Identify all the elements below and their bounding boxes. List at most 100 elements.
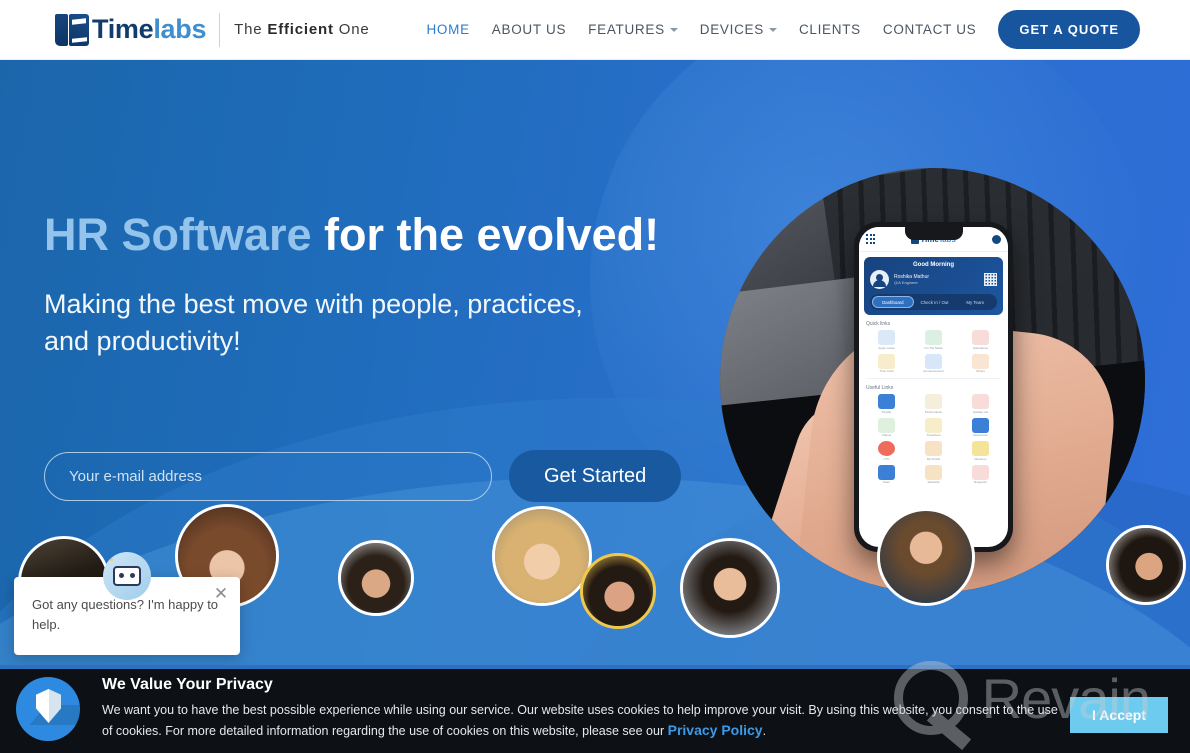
nav-item-features[interactable]: FEATURES bbox=[577, 22, 689, 37]
app-user-avatar bbox=[870, 270, 889, 289]
logo-text-time: Time bbox=[92, 14, 154, 44]
close-icon[interactable]: ✕ bbox=[213, 585, 229, 602]
quick-link-item[interactable]: On Trip Mode bbox=[912, 330, 955, 350]
quick-link-label: Others bbox=[975, 369, 985, 373]
team-icon bbox=[878, 464, 895, 480]
quick-link-item[interactable]: Time Card bbox=[865, 353, 908, 374]
cookie-banner-title: We Value Your Privacy bbox=[102, 675, 273, 693]
useful-link-label: Holiday List bbox=[972, 409, 989, 414]
quick-link-item[interactable]: Apply Leave bbox=[865, 330, 908, 350]
nav-item-clients[interactable]: CLIENTS bbox=[788, 22, 872, 37]
app-divider bbox=[866, 378, 1001, 379]
phone-device: Timelabs Good Morning Roshika Mathur Q/A… bbox=[854, 222, 1013, 552]
sparkle-icon bbox=[109, 557, 114, 562]
nav-item-about-us[interactable]: ABOUT US bbox=[481, 22, 577, 37]
nav-item-features-label: FEATURES bbox=[588, 22, 665, 37]
payslip-icon bbox=[878, 394, 895, 409]
quick-link-item[interactable]: Announcement bbox=[912, 353, 955, 374]
nav-item-home[interactable]: HOME bbox=[415, 22, 480, 37]
useful-link-item[interactable]: Directory bbox=[959, 441, 1002, 461]
chevron-down-icon bbox=[669, 27, 678, 32]
nav-item-contact-us[interactable]: CONTACT US bbox=[872, 22, 988, 37]
useful-links-title: Useful Links bbox=[866, 385, 894, 391]
app-notification-icon[interactable] bbox=[991, 234, 1001, 244]
hero-headline-highlight: HR Software bbox=[44, 209, 312, 260]
cookie-banner-body: We want you to have the best possible ex… bbox=[102, 701, 1070, 742]
get-started-button[interactable]: Get Started bbox=[509, 450, 682, 502]
banner-top-accent bbox=[0, 665, 1190, 669]
useful-link-item[interactable]: Holiday List bbox=[959, 394, 1002, 414]
useful-link-label: My Profile bbox=[926, 456, 941, 461]
others-icon bbox=[972, 353, 989, 369]
avatar bbox=[877, 508, 975, 606]
useful-link-label: Resources bbox=[973, 433, 988, 437]
quick-link-item[interactable]: Others bbox=[959, 353, 1002, 374]
useful-link-label: Requests bbox=[974, 480, 987, 484]
qr-code-icon[interactable] bbox=[984, 273, 997, 286]
brand-divider bbox=[219, 12, 221, 47]
useful-link-item[interactable]: Resources bbox=[959, 417, 1002, 438]
attendance-icon bbox=[972, 330, 989, 345]
i-accept-button[interactable]: I Accept bbox=[1070, 697, 1168, 733]
cookie-banner-period: . bbox=[762, 724, 767, 739]
avatar bbox=[680, 538, 780, 638]
ctc-icon bbox=[878, 441, 895, 456]
logo-text-labs: labs bbox=[153, 14, 207, 44]
get-a-quote-button[interactable]: GET A QUOTE bbox=[998, 10, 1140, 49]
nav-item-devices[interactable]: DEVICES bbox=[689, 22, 788, 37]
top-navigation-bar: Timelabs The Efficient One HOME ABOUT US… bbox=[0, 0, 1190, 60]
app-greeting-text: Good Morning bbox=[913, 262, 954, 268]
nav-links: HOME ABOUT US FEATURES DEVICES CLIENTS C… bbox=[415, 10, 1172, 49]
logo-wordmark: Timelabs bbox=[92, 16, 206, 43]
nav-item-about-us-label: ABOUT US bbox=[491, 22, 567, 37]
privacy-policy-link[interactable]: Privacy Policy bbox=[668, 722, 763, 738]
quick-link-item[interactable]: Attendance bbox=[959, 330, 1002, 350]
useful-link-item[interactable]: Performance bbox=[912, 394, 955, 414]
useful-link-item[interactable]: Payslip bbox=[865, 394, 908, 414]
useful-link-item[interactable]: Timesheet bbox=[912, 417, 955, 438]
hero-headline: HR Software for the evolved! bbox=[44, 209, 704, 260]
hero-headline-rest: for the evolved! bbox=[311, 209, 660, 260]
announcement-icon bbox=[925, 353, 942, 369]
directory-icon bbox=[972, 441, 989, 456]
useful-link-item[interactable]: CTC bbox=[865, 441, 908, 461]
timelabs-logo-icon bbox=[55, 13, 89, 46]
useful-link-item[interactable]: My Profile bbox=[912, 441, 955, 461]
useful-link-item[interactable]: Requests bbox=[959, 464, 1002, 485]
chat-bot-icon[interactable] bbox=[103, 552, 151, 600]
quick-link-label: Attendance bbox=[972, 345, 989, 350]
my-profile-icon bbox=[925, 441, 942, 456]
app-menu-icon[interactable] bbox=[866, 234, 876, 244]
hero-subheadline-line1: Making the best move with people, practi… bbox=[44, 289, 583, 320]
app-user-role: Q/A Engineer bbox=[894, 280, 918, 285]
useful-link-label: CTC bbox=[883, 456, 890, 461]
requests-icon bbox=[972, 464, 989, 480]
avatar bbox=[492, 506, 592, 606]
chat-widget-message: Got any questions? I'm happy to help. bbox=[32, 597, 219, 632]
brand-logo[interactable]: Timelabs The Efficient One bbox=[55, 12, 370, 47]
quick-link-label: Time Card bbox=[879, 369, 894, 373]
holiday-list-icon bbox=[972, 394, 989, 409]
cookie-banner-description: We want you to have the best possible ex… bbox=[102, 702, 1058, 739]
app-tab-check-in-out[interactable]: Check In / Out bbox=[915, 297, 955, 307]
useful-link-item[interactable]: Claims bbox=[865, 417, 908, 438]
app-tab-my-team[interactable]: My Team bbox=[955, 297, 995, 307]
useful-link-label: Rewards bbox=[927, 480, 940, 484]
useful-link-item[interactable]: Team bbox=[865, 464, 908, 485]
useful-link-label: Performance bbox=[924, 409, 943, 414]
useful-link-label: Payslip bbox=[881, 409, 892, 414]
avatar bbox=[580, 553, 656, 629]
useful-link-item[interactable]: Rewards bbox=[912, 464, 955, 485]
nav-item-devices-label: DEVICES bbox=[699, 22, 764, 37]
hero-subheadline-line2: and productivity! bbox=[44, 325, 241, 356]
app-user-row: Roshika Mathur Q/A Engineer bbox=[870, 270, 997, 289]
quick-link-label: On Trip Mode bbox=[924, 345, 943, 350]
timesheet-icon bbox=[925, 417, 942, 433]
phone-notch bbox=[904, 227, 963, 240]
useful-links-grid: Payslip Performance Holiday List Claims … bbox=[859, 394, 1008, 484]
email-input[interactable] bbox=[44, 451, 492, 501]
nav-item-home-label: HOME bbox=[426, 22, 470, 37]
quick-links-grid: Apply Leave On Trip Mode Attendance Time… bbox=[859, 330, 1008, 373]
app-tab-dashboard[interactable]: Dashboard bbox=[872, 296, 914, 308]
useful-link-label: Team bbox=[882, 480, 891, 484]
